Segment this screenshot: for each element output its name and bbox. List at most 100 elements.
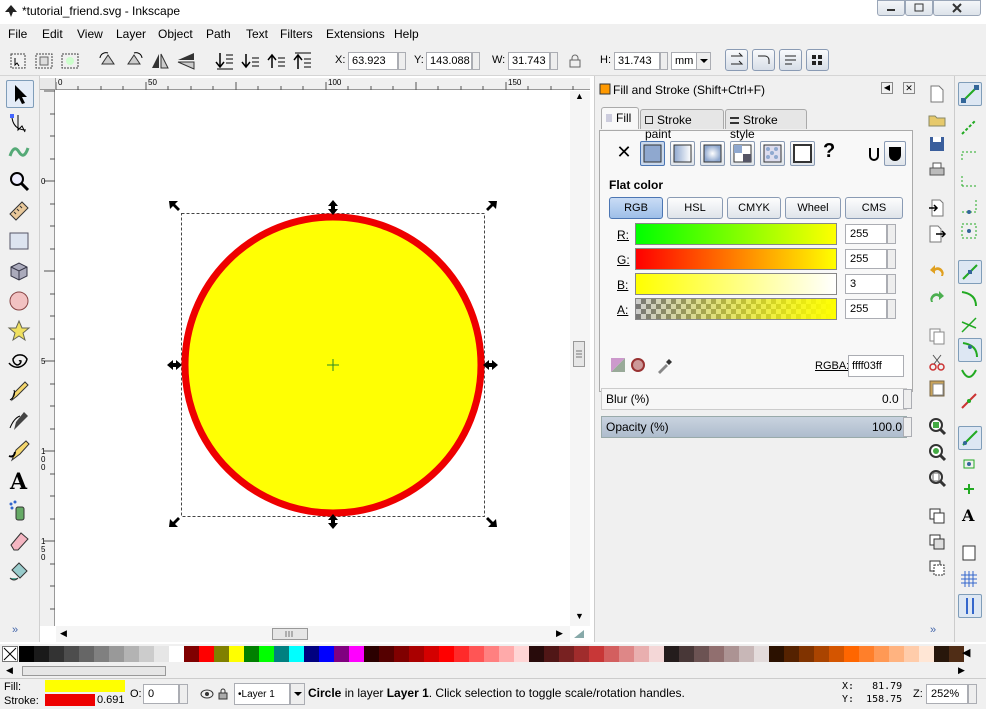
snap-intersection-icon[interactable] (958, 314, 982, 338)
palette-swatch[interactable] (904, 646, 919, 662)
snap-cusp-nodes-icon[interactable] (958, 338, 982, 362)
paint-bucket-tool-icon[interactable] (6, 558, 34, 586)
palette-swatch[interactable] (724, 646, 739, 662)
opacity-slider[interactable]: Opacity (%) 100.0 (601, 416, 907, 438)
spiral-tool-icon[interactable] (6, 348, 34, 376)
print-icon[interactable] (927, 160, 947, 180)
palette-swatch[interactable] (244, 646, 259, 662)
palette-scroll-left-icon[interactable]: ◀ (6, 665, 13, 676)
palette-swatch[interactable] (769, 646, 784, 662)
layer-select[interactable]: •Layer 1 (234, 683, 290, 705)
palette-swatch[interactable] (754, 646, 769, 662)
palette-scroll-thumb[interactable] (22, 666, 166, 676)
snap-guides-icon[interactable] (958, 594, 982, 618)
scale-handle-right[interactable] (483, 360, 498, 370)
palette-swatch[interactable] (439, 646, 454, 662)
no-color-swatch[interactable] (2, 646, 18, 662)
palette-swatch[interactable] (739, 646, 754, 662)
horizontal-scrollbar[interactable]: ◀ ▶ (56, 626, 570, 642)
menu-path[interactable]: Path (206, 27, 231, 41)
pen-tool-icon[interactable] (6, 408, 34, 436)
zoom-tool-icon[interactable] (6, 168, 34, 196)
palette-swatch[interactable] (394, 646, 409, 662)
menu-edit[interactable]: Edit (42, 27, 63, 41)
x-field[interactable]: 63.923 (348, 52, 398, 70)
opacity-spin-arrows[interactable] (903, 417, 912, 437)
ellipse-tool-icon[interactable] (6, 288, 34, 316)
palette-swatch[interactable] (604, 646, 619, 662)
palette-swatch[interactable] (139, 646, 154, 662)
palette-swatch[interactable] (694, 646, 709, 662)
tab-stroke-paint[interactable]: Stroke paint (640, 109, 724, 141)
channel-a-spin-arrows[interactable] (887, 299, 896, 319)
palette-scroll-right-icon[interactable]: ▶ (958, 665, 965, 676)
palette-swatch[interactable] (169, 646, 184, 662)
channel-a-value[interactable]: 255 (845, 299, 887, 319)
fill-rule-nonzero-button[interactable] (884, 141, 906, 166)
mode-wheel[interactable]: Wheel (785, 197, 841, 219)
menu-help[interactable]: Help (394, 27, 419, 41)
menu-view[interactable]: View (77, 27, 103, 41)
swatch-button[interactable] (790, 141, 815, 166)
palette-swatch[interactable] (484, 646, 499, 662)
select-all-button[interactable] (6, 50, 30, 72)
y-field[interactable]: 143.088 (426, 52, 472, 70)
channel-a-slider[interactable] (635, 298, 837, 320)
stroke-width-value[interactable]: 0.691 (97, 694, 125, 706)
menu-text[interactable]: Text (246, 27, 268, 41)
duplicate-icon[interactable] (927, 506, 947, 526)
palette-swatch[interactable] (409, 646, 424, 662)
dock-icon[interactable]: ◀ (881, 82, 893, 94)
zoom-spin-arrows[interactable] (968, 684, 977, 704)
palette-swatch[interactable] (589, 646, 604, 662)
palette-swatch[interactable] (619, 646, 634, 662)
scale-handle-left[interactable] (167, 360, 182, 370)
tab-fill[interactable]: Fill (601, 107, 639, 129)
channel-r-spin-arrows[interactable] (887, 224, 896, 244)
palette-swatch[interactable] (514, 646, 529, 662)
scale-handle-bottom-right[interactable] (486, 517, 497, 527)
snap-bbox-corner-icon[interactable] (958, 168, 982, 192)
palette-swatch[interactable] (784, 646, 799, 662)
palette-swatch[interactable] (574, 646, 589, 662)
undo-icon[interactable] (927, 262, 947, 282)
flip-horizontal-button[interactable] (148, 50, 172, 72)
pencil-tool-icon[interactable] (6, 378, 34, 406)
snap-text-baseline-icon[interactable]: A (958, 504, 982, 528)
drawing-canvas[interactable] (56, 91, 570, 626)
rectangle-tool-icon[interactable] (6, 228, 34, 256)
horizontal-scroll-thumb[interactable] (272, 628, 308, 640)
scale-handle-bottom-left[interactable] (169, 517, 180, 527)
channel-b-slider[interactable] (635, 273, 837, 295)
snap-rotation-center-icon[interactable] (958, 478, 982, 502)
vertical-scroll-thumb[interactable] (573, 341, 585, 367)
width-field[interactable]: 31.743 (508, 52, 550, 70)
unset-paint-button[interactable]: ? (823, 140, 835, 163)
snap-bbox-icon[interactable] (958, 116, 982, 140)
zoom-field[interactable]: 252% (926, 684, 968, 704)
height-field[interactable]: 31.743 (614, 52, 660, 70)
snap-midpoints-icon[interactable] (958, 390, 982, 414)
opacity-spin-arrows[interactable] (179, 684, 188, 704)
flat-color-button[interactable] (640, 141, 665, 166)
import-icon[interactable] (927, 198, 947, 218)
palette-menu-icon[interactable]: ◀ (962, 646, 970, 659)
raise-to-top-button[interactable] (290, 50, 314, 72)
box3d-tool-icon[interactable] (6, 258, 34, 286)
menu-object[interactable]: Object (158, 27, 193, 41)
lower-button[interactable] (238, 50, 262, 72)
zoom-drawing-icon[interactable] (927, 442, 947, 462)
channel-g-slider[interactable] (635, 248, 837, 270)
move-gradients-toggle[interactable] (779, 49, 802, 71)
scale-handle-top[interactable] (328, 200, 338, 215)
palette-swatch[interactable] (844, 646, 859, 662)
snap-smooth-nodes-icon[interactable] (958, 364, 982, 388)
commands-overflow-icon[interactable]: » (930, 624, 936, 636)
palette-swatch[interactable] (649, 646, 664, 662)
palette-swatch[interactable] (229, 646, 244, 662)
menu-filters[interactable]: Filters (280, 27, 313, 41)
linear-gradient-button[interactable] (670, 141, 695, 166)
palette-swatch[interactable] (274, 646, 289, 662)
scale-handle-top-left[interactable] (169, 201, 180, 211)
palette-swatch[interactable] (19, 646, 34, 662)
